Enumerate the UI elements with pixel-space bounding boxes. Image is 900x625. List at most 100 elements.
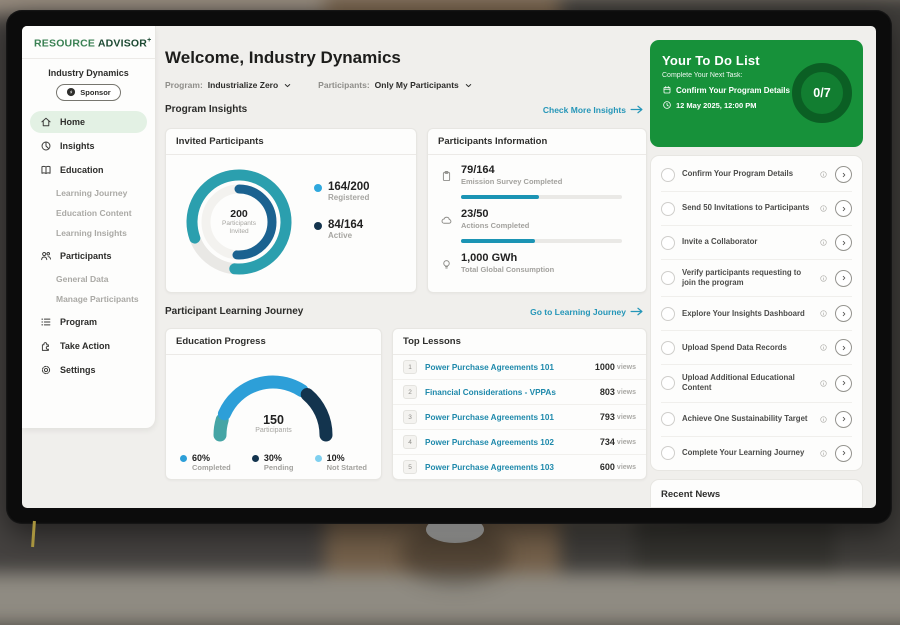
info-icon[interactable] [819, 343, 828, 352]
learning-journey-header: Participant Learning Journey Go to Learn… [165, 306, 643, 317]
legend-label: Active [328, 231, 363, 240]
task-checkbox[interactable] [661, 446, 675, 460]
stat-consumption: 1,000 GWh Total Global Consumption [440, 252, 634, 274]
task-open-button[interactable] [835, 200, 852, 217]
sidebar-nav: Home Insights Education Learning Journey… [22, 111, 155, 381]
task-checkbox[interactable] [661, 412, 675, 426]
task-label: Confirm Your Program Details [682, 169, 812, 179]
lesson-link[interactable]: Power Purchase Agreements 103 [425, 463, 600, 472]
lesson-link[interactable]: Power Purchase Agreements 101 [425, 413, 600, 422]
insights-icon [40, 140, 52, 152]
chevron-right-icon [840, 239, 848, 247]
go-to-learning-journey-link[interactable]: Go to Learning Journey [530, 307, 643, 317]
sidebar-item-learning-journey[interactable]: Learning Journey [22, 183, 155, 203]
stat-label: Emission Survey Completed [461, 177, 562, 186]
logo-primary: RESOURCE [34, 38, 95, 50]
task-row: Achieve One Sustainability Target [661, 403, 852, 437]
sidebar-item-insights[interactable]: Insights [30, 135, 147, 157]
task-row: Send 50 Invitations to Participants [661, 192, 852, 226]
legend-item-completed: 60% Completed [180, 453, 231, 472]
info-icon[interactable] [819, 238, 828, 247]
info-icon[interactable] [819, 170, 828, 179]
task-checkbox[interactable] [661, 271, 675, 285]
task-checkbox[interactable] [661, 202, 675, 216]
sidebar-item-education[interactable]: Education [30, 159, 147, 181]
legend-label: Not Started [327, 463, 367, 472]
sidebar-item-learning-insights[interactable]: Learning Insights [22, 223, 155, 243]
lightbulb-icon [440, 258, 453, 271]
stat-value: 1,000 GWh [461, 252, 554, 264]
lesson-views: 1000 [595, 362, 615, 372]
sidebar-item-label: Take Action [60, 341, 110, 351]
info-icon[interactable] [819, 309, 828, 318]
sidebar-item-label: Program [60, 317, 97, 327]
lesson-link[interactable]: Financial Considerations - VPPAs [425, 388, 600, 397]
chevron-right-icon [840, 449, 848, 457]
info-icon[interactable] [819, 274, 828, 283]
task-open-button[interactable] [835, 445, 852, 462]
task-open-button[interactable] [835, 270, 852, 287]
task-open-button[interactable] [835, 375, 852, 392]
task-row: Invite a Collaborator [661, 226, 852, 260]
invited-participants-card: Invited Participants 200 Participants In… [165, 128, 417, 293]
stat-value: 23/50 [461, 208, 529, 220]
task-checkbox[interactable] [661, 168, 675, 182]
book-icon [40, 164, 52, 176]
task-checkbox[interactable] [661, 341, 675, 355]
sidebar-item-education-content[interactable]: Education Content [22, 203, 155, 223]
sidebar-item-take-action[interactable]: Take Action [30, 335, 147, 357]
task-checkbox[interactable] [661, 236, 675, 250]
task-checkbox[interactable] [661, 307, 675, 321]
task-open-button[interactable] [835, 339, 852, 356]
info-icon[interactable] [819, 415, 828, 424]
participants-select[interactable]: Participants: Only My Participants [318, 80, 473, 90]
sidebar-item-participants[interactable]: Participants [30, 245, 147, 267]
home-icon [40, 116, 52, 128]
sponsor-badge[interactable]: Sponsor [56, 84, 120, 101]
lesson-rank: 2 [403, 385, 417, 399]
sidebar-item-general-data[interactable]: General Data [22, 269, 155, 289]
lesson-link[interactable]: Power Purchase Agreements 102 [425, 438, 600, 447]
task-open-button[interactable] [835, 234, 852, 251]
task-open-button[interactable] [835, 305, 852, 322]
legend-item-pending: 30% Pending [252, 453, 294, 472]
legend-value: 84/164 [328, 219, 363, 231]
card-title: Top Lessons [393, 329, 646, 355]
gauge-label: Participants [166, 427, 381, 434]
info-icon[interactable] [819, 449, 828, 458]
task-row: Upload Spend Data Records [661, 331, 852, 365]
task-checkbox[interactable] [661, 376, 675, 390]
calendar-icon [662, 85, 672, 95]
cloud-icon [440, 214, 453, 227]
card-title: Education Progress [166, 329, 381, 355]
sidebar-item-manage-participants[interactable]: Manage Participants [22, 289, 155, 309]
clock-icon [662, 100, 672, 110]
stat-progress-fill [461, 239, 535, 243]
monitor-bezel: RESOURCE ADVISOR+ Industry Dynamics Spon… [6, 10, 892, 524]
chevron-right-icon [840, 379, 848, 387]
collapse-tasks-link[interactable]: Collapse Tasks [661, 470, 852, 472]
task-open-button[interactable] [835, 411, 852, 428]
todo-summary-card: Your To Do List Complete Your Next Task:… [650, 40, 863, 147]
task-label: Upload Spend Data Records [682, 343, 812, 353]
lesson-views: 734 [600, 437, 615, 447]
gauge-legend: 60% Completed 30% Pending [166, 453, 381, 472]
program-select[interactable]: Program: Industrialize Zero [165, 80, 292, 90]
sidebar-item-settings[interactable]: Settings [30, 359, 147, 381]
lesson-views: 793 [600, 412, 615, 422]
info-icon[interactable] [819, 379, 828, 388]
lesson-link[interactable]: Power Purchase Agreements 101 [425, 363, 595, 372]
sidebar-item-home[interactable]: Home [30, 111, 147, 133]
task-open-button[interactable] [835, 166, 852, 183]
sidebar-item-label: Settings [60, 365, 96, 375]
recent-news-title: Recent News [651, 480, 862, 508]
lesson-row: 2 Financial Considerations - VPPAs 803 v… [393, 380, 646, 405]
task-row: Confirm Your Program Details [661, 158, 852, 192]
info-icon[interactable] [819, 204, 828, 213]
legend-item-not-started: 10% Not Started [315, 453, 367, 472]
legend-label: Registered [328, 193, 370, 202]
sidebar-item-program[interactable]: Program [30, 311, 147, 333]
app-logo: RESOURCE ADVISOR+ [22, 26, 155, 59]
todo-progress: 0/7 [813, 86, 830, 100]
check-more-insights-link[interactable]: Check More Insights [543, 105, 643, 115]
